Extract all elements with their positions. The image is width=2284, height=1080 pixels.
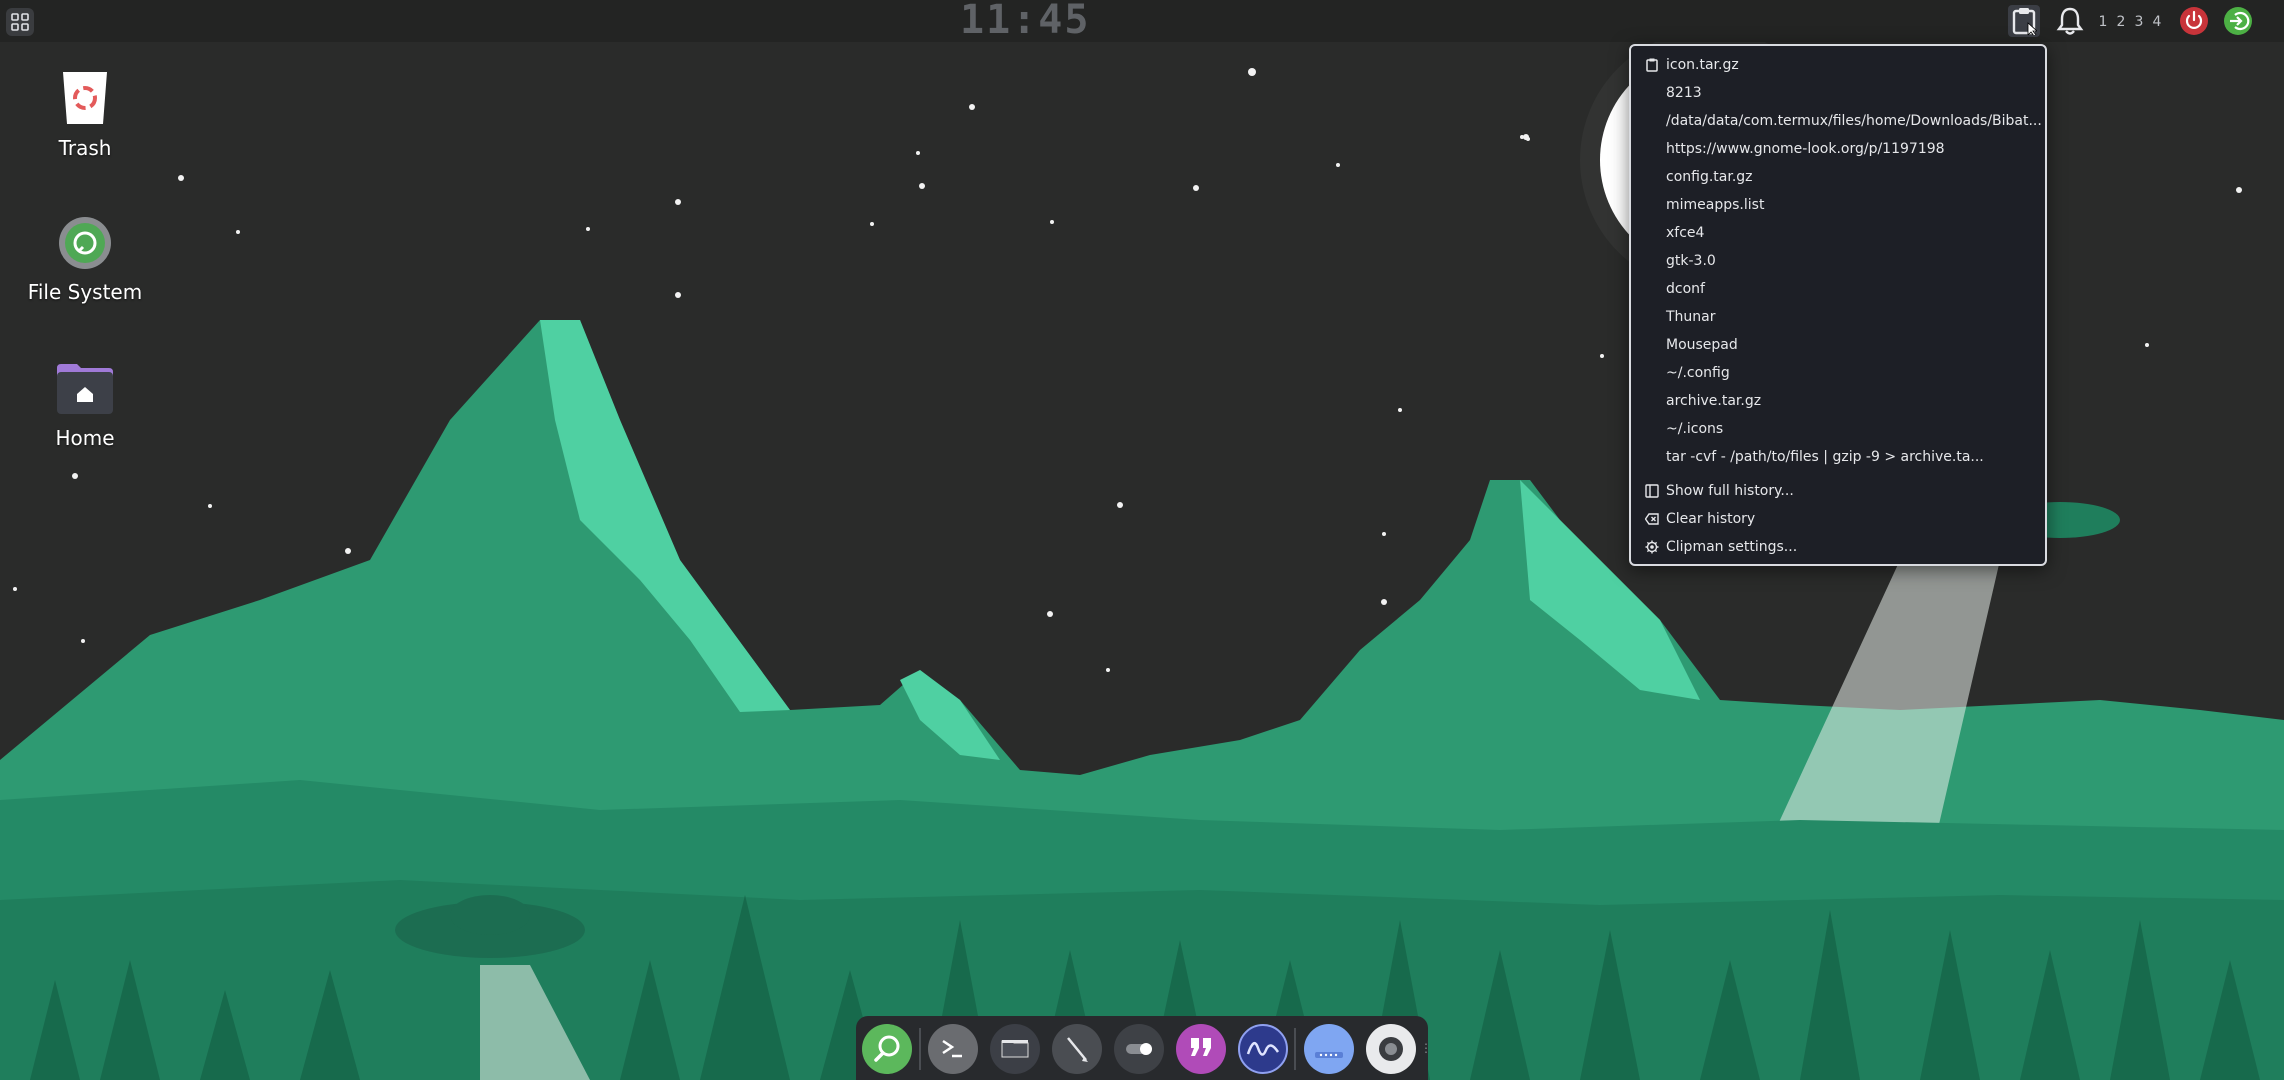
clipboard-entry[interactable]: Mousepad xyxy=(1631,331,2045,359)
workspace-switcher: 1 2 3 4 xyxy=(2094,12,2166,32)
trash-icon xyxy=(63,72,107,124)
clear-icon xyxy=(1645,513,1659,525)
dock-separator xyxy=(919,1028,921,1070)
desktop-icon-label: File System xyxy=(27,280,143,304)
applications-menu-button[interactable] xyxy=(6,8,34,36)
dock-settings[interactable] xyxy=(1114,1024,1164,1074)
clipboard-entry[interactable]: dconf xyxy=(1631,275,2045,303)
clipman-button[interactable] xyxy=(2008,5,2040,37)
workspace-3[interactable]: 3 xyxy=(2130,12,2148,32)
gear-icon xyxy=(1645,540,1659,554)
clipboard-entry[interactable]: https://www.gnome-look.org/p/1197198 xyxy=(1631,135,2045,163)
dock-system-monitor[interactable] xyxy=(1238,1024,1288,1074)
editor-icon xyxy=(1067,1037,1088,1062)
files-icon xyxy=(1001,1040,1029,1058)
drive-icon xyxy=(59,217,111,269)
drive-app-icon xyxy=(1315,1052,1343,1058)
logout-icon xyxy=(2224,7,2252,35)
show-full-history-item[interactable]: Show full history... xyxy=(1631,477,2045,505)
clipboard-entry[interactable]: /data/data/com.termux/files/home/Downloa… xyxy=(1631,107,2045,135)
clipboard-entry[interactable]: ~/.icons xyxy=(1631,415,2045,443)
clipboard-entry[interactable]: tar -cvf - /path/to/files | gzip -9 > ar… xyxy=(1631,443,2045,471)
dock-drive-app[interactable] xyxy=(1304,1024,1354,1074)
dock-separator xyxy=(1294,1028,1296,1070)
desktop-icon-label: Trash xyxy=(58,136,112,160)
clipboard-entry[interactable]: mimeapps.list xyxy=(1631,191,2045,219)
home-folder-icon xyxy=(57,364,113,414)
dock-screenshot[interactable] xyxy=(1366,1024,1416,1074)
dock-handle-icon[interactable]: ⋮ xyxy=(1420,1042,1432,1054)
desktop-icon-file-system[interactable]: File System xyxy=(0,216,170,304)
clipboard-icon xyxy=(2012,8,2037,35)
desktop-icon-trash[interactable]: Trash xyxy=(0,70,170,160)
top-panel: 11:45 1 2 3 4 xyxy=(0,0,2284,42)
workspace-2[interactable]: 2 xyxy=(2112,12,2130,32)
clipboard-entry-current[interactable]: icon.tar.gz xyxy=(1631,51,2045,79)
system-monitor-icon xyxy=(1246,1041,1280,1056)
clipboard-entry[interactable]: 8213 xyxy=(1631,79,2045,107)
terminal-icon xyxy=(942,1039,962,1058)
history-icon xyxy=(1645,484,1659,498)
clipboard-entry[interactable]: Thunar xyxy=(1631,303,2045,331)
bell-icon xyxy=(2056,7,2084,35)
workspace-1[interactable]: 1 xyxy=(2094,12,2112,32)
panel-clock[interactable]: 11:45 xyxy=(960,0,1088,42)
quote-app-icon xyxy=(1191,1038,1211,1056)
clipman-menu: icon.tar.gz 8213 /data/data/com.termux/f… xyxy=(1629,44,2047,566)
workspace-4[interactable]: 4 xyxy=(2148,12,2166,32)
notifications-button[interactable] xyxy=(2054,5,2086,37)
desktop-icon-label: Home xyxy=(55,426,115,450)
grid-icon xyxy=(11,13,29,31)
logout-button[interactable] xyxy=(2222,5,2254,37)
clipboard-entry[interactable]: gtk-3.0 xyxy=(1631,247,2045,275)
settings-toggle-icon xyxy=(1126,1043,1152,1055)
dock-search[interactable] xyxy=(862,1024,912,1074)
dock: ⋮ xyxy=(856,1016,1432,1080)
clipboard-entry[interactable]: archive.tar.gz xyxy=(1631,387,2045,415)
dock-quote-app[interactable] xyxy=(1176,1024,1226,1074)
dock-editor[interactable] xyxy=(1052,1024,1102,1074)
clipboard-entry[interactable]: ~/.config xyxy=(1631,359,2045,387)
dock-files[interactable] xyxy=(990,1024,1040,1074)
clipboard-entry[interactable]: xfce4 xyxy=(1631,219,2045,247)
power-button[interactable] xyxy=(2178,5,2210,37)
clipboard-entry[interactable]: config.tar.gz xyxy=(1631,163,2045,191)
desktop-icon-home[interactable]: Home xyxy=(0,360,170,450)
search-icon xyxy=(874,1035,900,1062)
dock-terminal[interactable] xyxy=(928,1024,978,1074)
power-icon xyxy=(2180,7,2208,35)
clipboard-icon xyxy=(1646,58,1658,72)
clear-history-item[interactable]: Clear history xyxy=(1631,505,2045,533)
screenshot-icon xyxy=(1379,1037,1403,1061)
clipman-settings-item[interactable]: Clipman settings... xyxy=(1631,533,2045,561)
